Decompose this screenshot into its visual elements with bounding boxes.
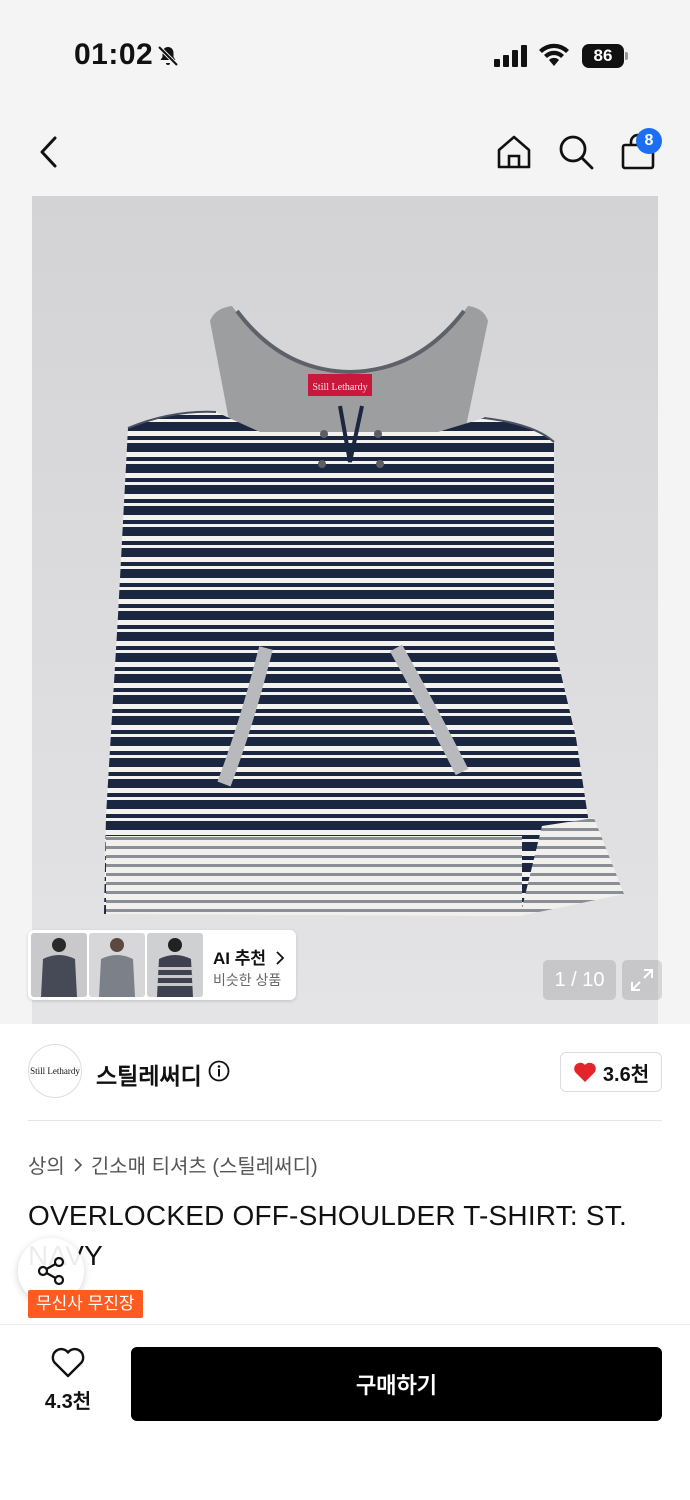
back-button[interactable]: [26, 130, 70, 174]
bottom-action-bar: 4.3천 구매하기: [0, 1324, 690, 1500]
expand-button[interactable]: [622, 960, 662, 1000]
signal-icon: [494, 45, 527, 67]
breadcrumb-subcategory[interactable]: 긴소매 티셔츠 (스틸레써디): [91, 1150, 318, 1179]
shirt-label-text: Still Lethardy: [312, 382, 367, 393]
product-image-gallery[interactable]: Still Lethardy: [0, 196, 690, 1024]
wishlist-button[interactable]: 4.3천: [30, 1347, 106, 1427]
share-icon: [37, 1256, 65, 1286]
battery-cap: [625, 52, 628, 60]
back-icon: [40, 136, 57, 168]
brand-like-button[interactable]: 3.6천: [560, 1052, 662, 1092]
brand-logo[interactable]: Still Lethardy: [28, 1044, 82, 1098]
wishlist-count: 4.3천: [44, 1391, 92, 1413]
home-icon: [497, 135, 531, 169]
product-title: OVERLOCKED OFF-SHOULDER T-SHIRT: ST. NAV…: [28, 1200, 627, 1271]
chevron-right-icon: [74, 1157, 82, 1172]
status-bar: 01:02 86: [0, 0, 690, 110]
search-button[interactable]: [554, 130, 598, 174]
wifi-icon: [539, 43, 569, 66]
battery-indicator: 86: [582, 44, 628, 68]
buy-button[interactable]: 구매하기: [131, 1347, 662, 1421]
heart-outline-icon: [51, 1347, 85, 1378]
battery-level: 86: [582, 44, 624, 68]
info-icon[interactable]: [208, 1060, 230, 1082]
expand-icon: [631, 969, 653, 991]
product-shirt-image: Still Lethardy: [104, 306, 624, 916]
divider: [28, 1120, 662, 1121]
shipping-badge: 무신사 무진장: [28, 1290, 143, 1318]
ai-recommend-title[interactable]: AI 추천: [213, 944, 285, 969]
brand-row: Still Lethardy 스틸레써디 3.6천: [0, 1024, 690, 1120]
breadcrumb-category[interactable]: 상의: [28, 1150, 65, 1179]
top-nav-bar: [0, 110, 690, 196]
recommend-thumb-2[interactable]: [89, 933, 145, 997]
home-button[interactable]: [492, 130, 536, 174]
ai-recommend-subtitle: 비슷한 상품: [213, 972, 282, 988]
bell-muted-icon: [157, 45, 179, 67]
breadcrumb: 상의 긴소매 티셔츠 (스틸레써디): [28, 1150, 318, 1179]
chevron-right-icon: [276, 951, 285, 965]
image-page-counter: 1 / 10: [543, 960, 616, 1000]
recommend-thumb-3[interactable]: [147, 933, 203, 997]
cart-count-badge: 8: [636, 128, 662, 154]
product-photo[interactable]: Still Lethardy: [32, 196, 658, 1024]
recommend-thumb-1[interactable]: [31, 933, 87, 997]
heart-filled-icon: [574, 1062, 596, 1082]
search-icon: [559, 135, 594, 170]
brand-like-count: 3.6천: [602, 1063, 650, 1086]
ai-recommend-card[interactable]: AI 추천 비슷한 상품: [28, 930, 296, 1000]
brand-name[interactable]: 스틸레써디: [96, 1057, 202, 1091]
status-time: 01:02: [74, 38, 154, 71]
